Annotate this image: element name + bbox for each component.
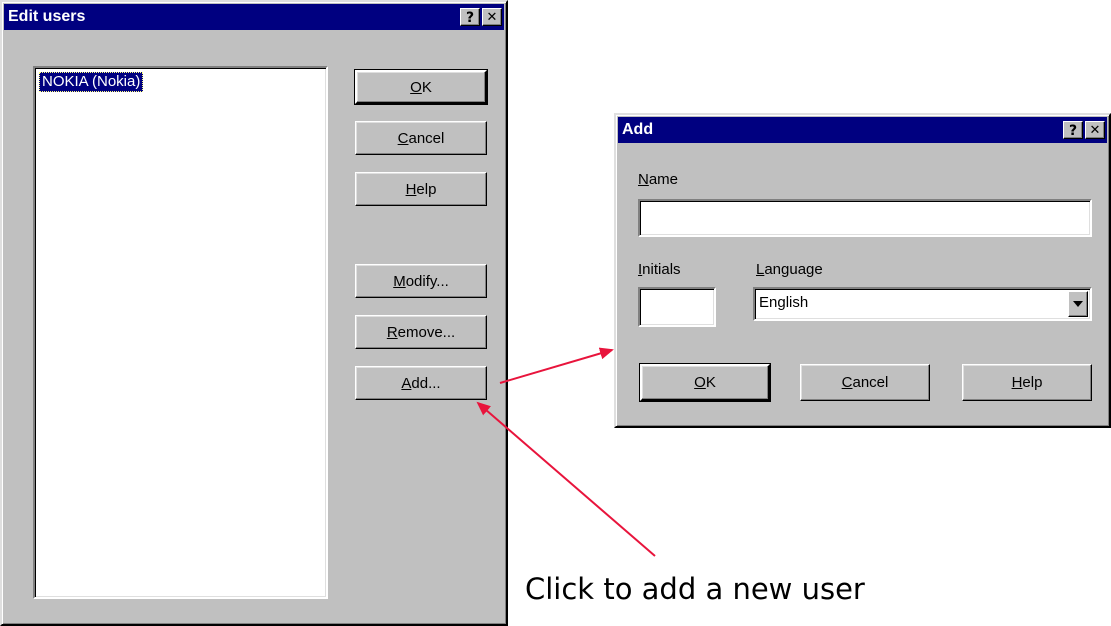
edit-users-titlebar: Edit users ? ✕ <box>4 4 504 30</box>
help-icon[interactable]: ? <box>1063 121 1083 139</box>
list-item[interactable]: NOKIA (Nokia) <box>39 72 144 92</box>
users-list[interactable]: NOKIA (Nokia) <box>33 66 328 599</box>
close-icon[interactable]: ✕ <box>1085 121 1105 139</box>
chevron-down-icon[interactable] <box>1068 291 1088 317</box>
close-icon[interactable]: ✕ <box>482 8 502 26</box>
language-value: English <box>759 294 809 311</box>
ok-button[interactable]: OK <box>354 69 488 105</box>
language-select[interactable]: English <box>753 287 1092 321</box>
arrow-to-add-dialog <box>499 347 614 384</box>
add-dialog-titlebar: Add ? ✕ <box>618 117 1107 143</box>
edit-users-title: Edit users <box>8 8 86 25</box>
add-button[interactable]: Add... <box>355 366 487 400</box>
cancel-button[interactable]: Cancel <box>800 364 930 401</box>
ok-button[interactable]: OK <box>639 363 771 402</box>
add-dialog: Add ? ✕ Name Initials Language English O… <box>614 113 1111 428</box>
modify-button[interactable]: Modify... <box>355 264 487 298</box>
name-field[interactable] <box>638 199 1092 237</box>
name-label: Name <box>638 171 679 188</box>
initials-field[interactable] <box>638 287 716 327</box>
remove-button[interactable]: Remove... <box>355 315 487 349</box>
add-dialog-title: Add <box>622 121 654 138</box>
cancel-button[interactable]: Cancel <box>355 121 487 155</box>
help-button[interactable]: Help <box>962 364 1092 401</box>
initials-label: Initials <box>638 261 681 278</box>
edit-users-window: Edit users ? ✕ NOKIA (Nokia) OK Cancel H… <box>0 0 508 626</box>
help-icon[interactable]: ? <box>460 8 480 26</box>
callout-text: Click to add a new user <box>525 572 865 606</box>
language-label: Language <box>756 261 823 278</box>
help-button[interactable]: Help <box>355 172 487 206</box>
